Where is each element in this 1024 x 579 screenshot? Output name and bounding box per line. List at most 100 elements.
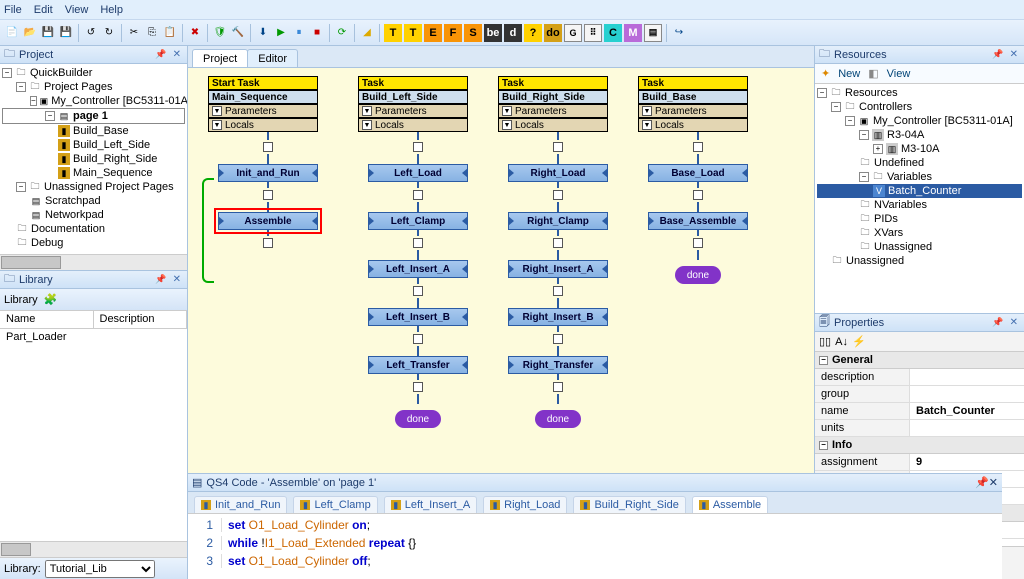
res-variable-selected[interactable]: VBatch_Counter [817,184,1022,198]
menu-file[interactable]: File [4,4,22,16]
letter-button-be[interactable]: be [484,24,502,42]
task-params[interactable]: ▼Parameters [208,104,318,118]
breakpoint-box[interactable] [413,334,423,344]
res-root[interactable]: −🗀Resources [817,86,1022,100]
collapse-icon[interactable]: − [16,82,26,92]
tree-debug[interactable]: 🗀Debug [2,236,185,250]
done-pill[interactable]: done [675,266,721,284]
tree-step[interactable]: ▮Build_Left_Side [2,138,185,152]
res-variables[interactable]: −🗀Variables [817,170,1022,184]
menu-help[interactable]: Help [100,4,123,16]
pin-icon[interactable]: 📌 [155,274,166,285]
breakpoint-box[interactable] [693,238,703,248]
run-icon[interactable]: ▶ [273,25,289,41]
refresh-icon[interactable]: ⟳ [334,25,350,41]
step-block[interactable]: Right_Clamp [508,212,608,230]
resources-view[interactable]: View [887,68,911,80]
code-line[interactable]: 2while !I1_Load_Extended repeat {} [188,534,1002,552]
res-unassigned[interactable]: 🗀Unassigned [817,240,1022,254]
tree-unassigned[interactable]: −🗀Unassigned Project Pages [2,180,185,194]
tab-editor[interactable]: Editor [247,49,298,67]
res-outer-unassigned[interactable]: 🗀Unassigned [817,254,1022,268]
new-icon[interactable]: 📄 [4,25,20,41]
tab-project[interactable]: Project [192,49,248,67]
tree-item[interactable]: ▤Networkpad [2,208,185,222]
stop-icon[interactable]: ■ [309,25,325,41]
breakpoint-box[interactable] [413,190,423,200]
task-locals[interactable]: ▼Locals [638,118,748,132]
scrollbar-thumb[interactable] [1,543,31,556]
library-row[interactable]: Part_Loader [0,329,187,345]
collapse-icon[interactable]: − [45,111,55,121]
col-name[interactable]: Name [0,311,94,328]
task-header[interactable]: TaskBuild_Base▼Parameters▼Locals [638,76,748,132]
breakpoint-box[interactable] [413,142,423,152]
pause-icon[interactable]: ⏸ [291,25,307,41]
step-block[interactable]: Init_and_Run [218,164,318,182]
delete-icon[interactable]: ✖ [187,25,203,41]
tree-docs[interactable]: 🗀Documentation [2,222,185,236]
prop-group[interactable]: group [815,386,1024,403]
step-block[interactable]: Right_Insert_A [508,260,608,278]
diagram-canvas[interactable]: Start TaskMain_Sequence▼Parameters▼Local… [188,68,814,473]
propcat-general[interactable]: −General [815,352,1024,369]
code-tab[interactable]: ▮Init_and_Run [194,496,287,513]
shield-icon[interactable]: 🛡 [212,25,228,41]
chevron-down-icon[interactable]: ▼ [362,120,372,130]
step-block[interactable]: Left_Transfer [368,356,468,374]
done-pill[interactable]: done [395,410,441,428]
res-rack[interactable]: −▥R3-04A [817,128,1022,142]
download-icon[interactable]: ⬇ [255,25,271,41]
col-description[interactable]: Description [94,311,188,328]
chevron-down-icon[interactable]: ▼ [502,106,512,116]
task-locals[interactable]: ▼Locals [208,118,318,132]
task-locals[interactable]: ▼Locals [498,118,608,132]
breakpoint-box[interactable] [413,238,423,248]
propcat-info[interactable]: −Info [815,437,1024,454]
step-block[interactable]: Left_Insert_A [368,260,468,278]
letter-button-▤[interactable]: ▤ [644,24,662,42]
chevron-down-icon[interactable]: ▼ [502,120,512,130]
cut-icon[interactable]: ✂ [126,25,142,41]
sort-icon[interactable]: A↓ [835,336,848,348]
task-params[interactable]: ▼Parameters [358,104,468,118]
res-controllers[interactable]: −🗀Controllers [817,100,1022,114]
letter-button-E[interactable]: E [424,24,442,42]
scrollbar-h[interactable] [0,254,187,270]
tree-page[interactable]: −▤page 1 [2,108,185,124]
breakpoint-box[interactable] [413,382,423,392]
saveall-icon[interactable]: 💾 [58,25,74,41]
task-header[interactable]: Start TaskMain_Sequence▼Parameters▼Local… [208,76,318,132]
prop-description[interactable]: description [815,369,1024,386]
step-block[interactable]: Base_Assemble [648,212,748,230]
step-block[interactable]: Right_Transfer [508,356,608,374]
prop-name[interactable]: nameBatch_Counter [815,403,1024,420]
step-block[interactable]: Left_Load [368,164,468,182]
redo-icon[interactable]: ↻ [101,25,117,41]
task-params[interactable]: ▼Parameters [498,104,608,118]
breakpoint-box[interactable] [263,238,273,248]
chevron-down-icon[interactable]: ▼ [212,106,222,116]
step-block[interactable]: Left_Insert_B [368,308,468,326]
breakpoint-box[interactable] [553,382,563,392]
lib-tool-icon[interactable]: 🧩 [44,293,58,306]
res-nvars[interactable]: 🗀NVariables [817,198,1022,212]
close-icon[interactable]: ✕ [171,274,183,285]
collapse-icon[interactable]: − [859,172,869,182]
breakpoint-box[interactable] [693,142,703,152]
pin-icon[interactable]: 📌 [992,317,1003,328]
code-line[interactable]: 1set O1_Load_Cylinder on; [188,516,1002,534]
breakpoint-box[interactable] [263,142,273,152]
task-locals[interactable]: ▼Locals [358,118,468,132]
task-params[interactable]: ▼Parameters [638,104,748,118]
project-tree[interactable]: −🗀QuickBuilder −🗀Project Pages −▣My_Cont… [0,64,187,254]
res-module[interactable]: +▥M3-10A [817,142,1022,156]
tree-controller[interactable]: −▣My_Controller [BC5311-01A] [2,94,185,108]
undo-icon[interactable]: ↺ [83,25,99,41]
chevron-down-icon[interactable]: ▼ [642,106,652,116]
breakpoint-box[interactable] [553,238,563,248]
close-icon[interactable]: ✕ [1008,317,1020,328]
res-pids[interactable]: 🗀PIDs [817,212,1022,226]
step-block[interactable]: Assemble [218,212,318,230]
step-block[interactable]: Left_Clamp [368,212,468,230]
